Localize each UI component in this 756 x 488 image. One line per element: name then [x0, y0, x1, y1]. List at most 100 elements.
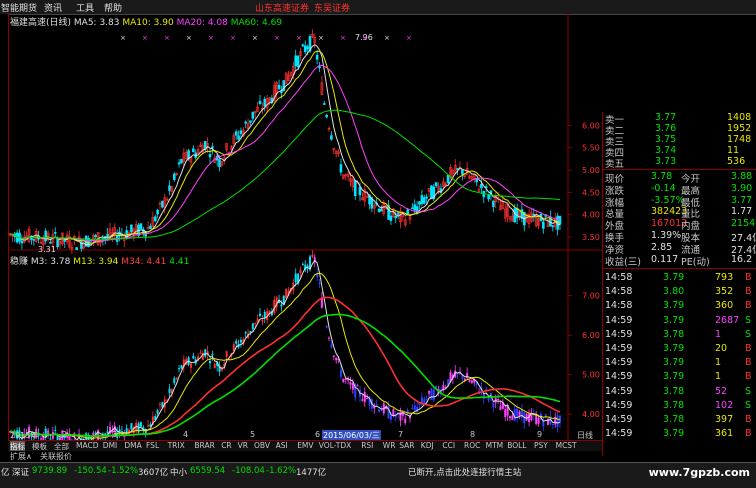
- tab-fsl[interactable]: FSL: [146, 441, 159, 450]
- linked-quote-button[interactable]: 关联报价: [40, 451, 72, 462]
- stat-value: 0.117: [651, 254, 678, 265]
- date-axis: 2015年 2 3 4 5 6 2015/06/03/三 7 8 9 日线: [0, 430, 600, 440]
- watermark: www.7gpzb.com: [649, 466, 750, 479]
- tab-cci[interactable]: CCI: [442, 441, 455, 450]
- tab-asi[interactable]: ASI: [276, 441, 288, 450]
- connection-message[interactable]: 已断开,点击此处连接行情主站: [408, 466, 521, 478]
- ind-bar: [497, 399, 499, 400]
- candle-body: [49, 242, 51, 243]
- signal-marker: ×: [120, 34, 126, 42]
- signal-marker: ×: [186, 34, 192, 42]
- ind-bar: [376, 404, 378, 405]
- sz-index-name[interactable]: 深证: [12, 466, 29, 478]
- ind-bar: [199, 353, 201, 354]
- tab-dmi[interactable]: DMI: [103, 441, 117, 450]
- zx-index-name[interactable]: 中小: [170, 466, 187, 478]
- candle-body: [397, 213, 399, 215]
- candle-body: [480, 184, 482, 188]
- ask-price: 3.73: [655, 156, 676, 167]
- ind-bar: [204, 349, 206, 356]
- tab-macd[interactable]: MACD: [76, 441, 98, 450]
- candle-body: [380, 209, 382, 211]
- menu-tools[interactable]: 工具: [76, 1, 94, 14]
- stat-value: 2.85: [651, 242, 672, 253]
- tab-roc[interactable]: ROC: [464, 441, 480, 450]
- tab-vol-tdx[interactable]: VOL-TDX: [319, 441, 351, 450]
- menu-help[interactable]: 帮助: [104, 1, 122, 14]
- ask-row: 卖四3.7411: [603, 145, 756, 156]
- expand-button[interactable]: 扩展∧: [10, 451, 32, 462]
- candle-body: [235, 132, 237, 135]
- tick-row: 14:593.7852S: [603, 386, 756, 397]
- price-tick-label: 5.00: [582, 166, 600, 175]
- tab-wr[interactable]: WR: [383, 441, 396, 450]
- candle-body: [390, 216, 392, 221]
- tab-vr[interactable]: VR: [238, 441, 248, 450]
- signal-marker: ×: [274, 34, 280, 42]
- tab-boll[interactable]: BOLL: [507, 441, 526, 450]
- tab-mtm[interactable]: MTM: [486, 441, 504, 450]
- stat-value: -3.57%: [651, 195, 685, 206]
- candle-body: [488, 195, 490, 199]
- ind-bar: [430, 389, 432, 400]
- candle-body: [411, 208, 413, 209]
- zx-index-pct: -1.62%: [266, 466, 296, 476]
- candle-body: [316, 55, 318, 59]
- tick-price: 3.78: [663, 329, 684, 340]
- tab-kdj[interactable]: KDJ: [421, 441, 434, 450]
- menu-news[interactable]: 资讯: [44, 1, 62, 14]
- signal-marker: ×: [164, 34, 170, 42]
- tick-row: 14:583.80352B: [603, 286, 756, 297]
- tab-rsi[interactable]: RSI: [361, 441, 373, 450]
- tick-time: 14:59: [605, 343, 632, 354]
- candle-body: [169, 186, 171, 191]
- ind-bar: [235, 341, 237, 344]
- tick-side: S: [745, 329, 751, 340]
- candle-body: [264, 99, 266, 106]
- ind-bar: [299, 270, 301, 274]
- price-tick-label: 3.50: [582, 233, 600, 242]
- ind-bar: [340, 370, 342, 377]
- stat-row: 换手1.39%股本27.4亿: [603, 230, 756, 241]
- stat-row: 收益(三)0.117PE(动)16.2: [603, 254, 756, 265]
- ind-bar: [366, 398, 368, 399]
- menu-bar: 智能期货 资讯 工具 帮助 山东高速证券 东吴证券: [0, 0, 756, 15]
- tab-emv[interactable]: EMV: [297, 441, 313, 450]
- zx-index-change: -108.04: [232, 466, 265, 476]
- stat-label: PE(动): [681, 254, 710, 268]
- tick-row: 14:593.7920B: [603, 343, 756, 354]
- ind-bar: [519, 411, 521, 415]
- candle-body: [252, 112, 254, 118]
- tab-mcst[interactable]: MCST: [556, 441, 577, 450]
- ma20-label: MA20: 4.08: [177, 18, 228, 28]
- stat-value: 3.78: [651, 171, 672, 182]
- tab-sar[interactable]: SAR: [399, 441, 414, 450]
- ind-tick-label: 4.00: [582, 410, 600, 419]
- tick-price: 3.78: [663, 400, 684, 411]
- menu-broker-1[interactable]: 山东高速证券: [255, 1, 309, 14]
- ind-bar: [342, 379, 344, 382]
- kline-chart-area[interactable]: 6.005.505.004.504.003.507.963.31××××××××…: [0, 14, 602, 440]
- tab-psy[interactable]: PSY: [534, 441, 548, 450]
- tab-brar[interactable]: BRAR: [194, 441, 214, 450]
- ask-row: 卖一3.771408: [603, 112, 756, 123]
- tick-time: 14:58: [605, 300, 632, 311]
- tab-obv[interactable]: OBV: [254, 441, 270, 450]
- ask-price: 3.74: [655, 145, 676, 156]
- ind-bar: [311, 255, 313, 257]
- zx-index-value: 6559.54: [190, 466, 225, 476]
- ind-bar: [511, 415, 513, 420]
- ind-bar: [378, 409, 380, 411]
- ask-row: 卖五3.73536: [603, 156, 756, 167]
- tick-time: 14:58: [605, 272, 632, 283]
- tab-trix[interactable]: TRIX: [168, 441, 185, 450]
- quote-panel: 卖一3.771408卖二3.761952卖三3.751748卖四3.7411卖五…: [602, 112, 756, 456]
- tick-volume: 52: [715, 386, 727, 397]
- candle-body: [378, 209, 380, 212]
- sub-bar: 扩展∧ 关联报价: [8, 451, 602, 462]
- menu-broker-2[interactable]: 东吴证券: [314, 1, 350, 14]
- tab-dma[interactable]: DMA: [124, 441, 141, 450]
- tab-cr[interactable]: CR: [221, 441, 231, 450]
- menu-futures[interactable]: 智能期货: [1, 1, 37, 14]
- date-label: 2: [62, 430, 67, 439]
